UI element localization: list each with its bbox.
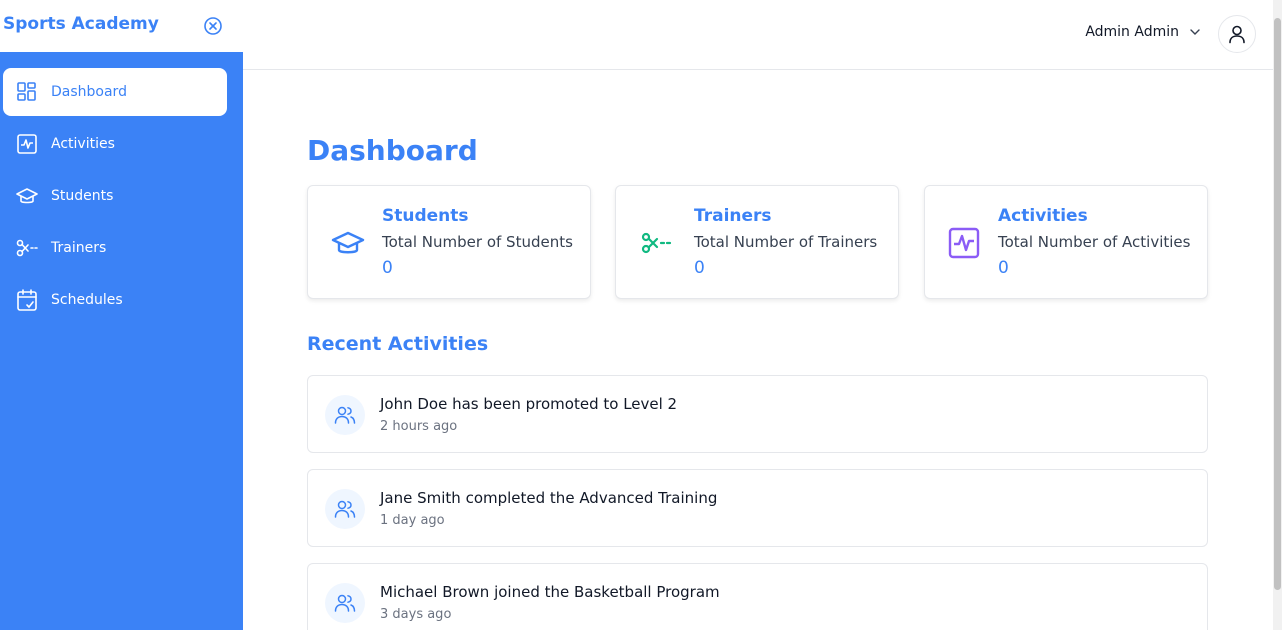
activity-text: Jane Smith completed the Advanced Traini… <box>380 489 718 507</box>
scissors-icon <box>16 237 38 259</box>
sidebar-item-label: Trainers <box>51 240 107 256</box>
page-scrollbar[interactable] <box>1273 0 1282 630</box>
sidebar-item-label: Schedules <box>51 292 123 308</box>
sidebar-item-dashboard[interactable]: Dashboard <box>3 68 227 116</box>
stat-card-activities: Activities Total Number of Activities 0 <box>924 185 1208 299</box>
user-avatar-icon[interactable] <box>1218 15 1256 53</box>
users-icon <box>325 489 365 529</box>
top-header: Admin Admin <box>243 0 1273 70</box>
activity-icon <box>16 133 38 155</box>
activity-item: Jane Smith completed the Advanced Traini… <box>307 469 1208 547</box>
user-menu-dropdown[interactable]: Admin Admin <box>1085 24 1201 40</box>
stat-card-students: Students Total Number of Students 0 <box>307 185 591 299</box>
sidebar-item-label: Activities <box>51 136 115 152</box>
app: Sports Academy Dashboard Activities Stud… <box>0 0 1282 630</box>
sidebar-item-label: Dashboard <box>51 84 127 100</box>
recent-activities-title: Recent Activities <box>307 333 489 355</box>
card-subtitle: Total Number of Activities <box>998 233 1191 251</box>
chevron-down-icon <box>1189 26 1201 38</box>
card-value: 0 <box>998 258 1009 278</box>
sidebar-item-label: Students <box>51 188 114 204</box>
card-subtitle: Total Number of Students <box>382 233 573 251</box>
activity-text: Michael Brown joined the Basketball Prog… <box>380 583 720 601</box>
card-value: 0 <box>382 258 393 278</box>
dashboard-icon <box>16 81 38 103</box>
activity-icon <box>947 226 981 260</box>
activity-item: John Doe has been promoted to Level 2 2 … <box>307 375 1208 453</box>
sidebar-header: Sports Academy <box>0 0 243 52</box>
user-name: Admin Admin <box>1085 24 1179 40</box>
activity-text: John Doe has been promoted to Level 2 <box>380 395 678 413</box>
users-icon <box>325 395 365 435</box>
sidebar-item-schedules[interactable]: Schedules <box>3 276 227 324</box>
card-title: Trainers <box>694 206 772 226</box>
card-value: 0 <box>694 258 705 278</box>
activity-time: 1 day ago <box>380 513 445 528</box>
activity-time: 3 days ago <box>380 607 452 622</box>
calendar-check-icon <box>16 289 38 311</box>
sidebar: Dashboard Activities Students Trainers S… <box>0 52 243 630</box>
stat-card-trainers: Trainers Total Number of Trainers 0 <box>615 185 899 299</box>
activity-item: Michael Brown joined the Basketball Prog… <box>307 563 1208 630</box>
sidebar-item-activities[interactable]: Activities <box>3 120 227 168</box>
sidebar-item-students[interactable]: Students <box>3 172 227 220</box>
scrollbar-thumb[interactable] <box>1274 18 1281 590</box>
graduation-cap-icon <box>331 226 365 260</box>
graduation-cap-icon <box>16 185 38 207</box>
page-title: Dashboard <box>307 134 478 167</box>
activity-time: 2 hours ago <box>380 419 458 434</box>
scissors-icon <box>641 226 675 260</box>
brand-title: Sports Academy <box>3 14 159 34</box>
close-sidebar-icon[interactable] <box>203 16 223 36</box>
card-subtitle: Total Number of Trainers <box>694 233 878 251</box>
sidebar-item-trainers[interactable]: Trainers <box>3 224 227 272</box>
card-title: Students <box>382 206 469 226</box>
card-title: Activities <box>998 206 1088 226</box>
users-icon <box>325 583 365 623</box>
